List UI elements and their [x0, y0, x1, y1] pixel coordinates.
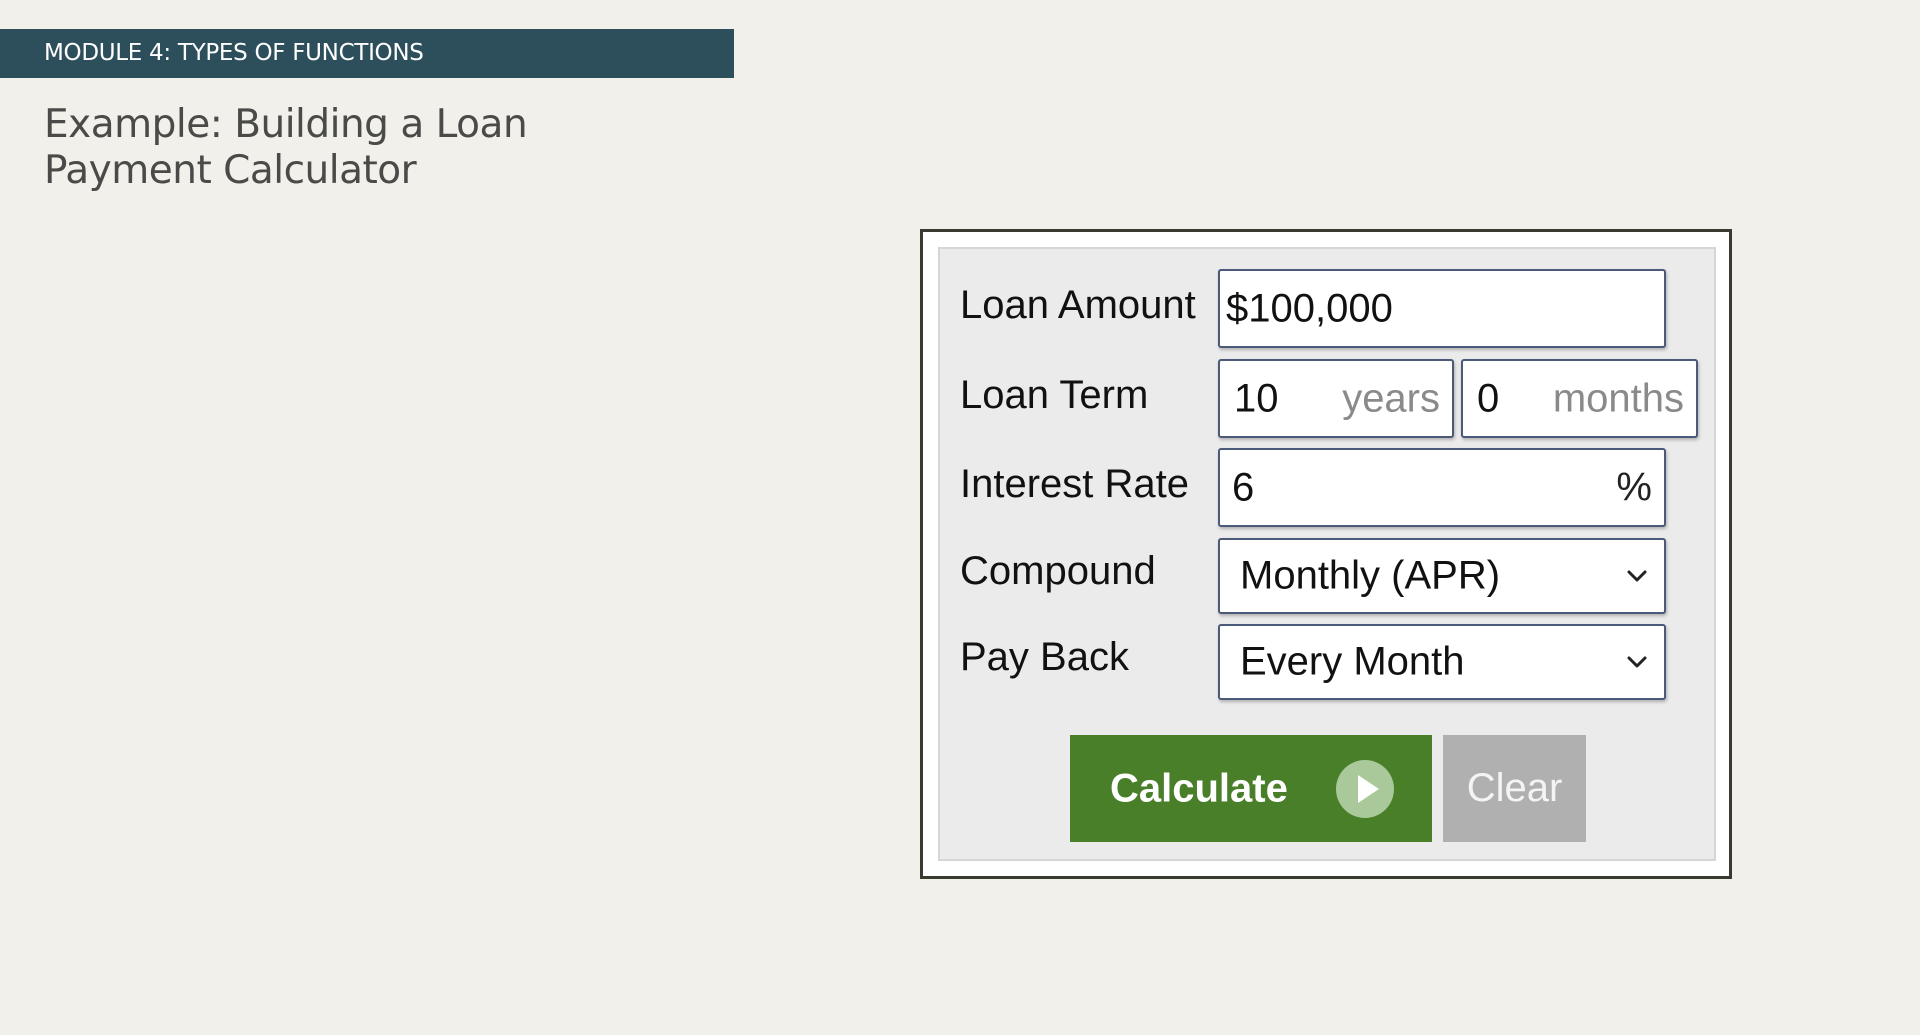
interest-rate-input[interactable]: 6 %: [1218, 448, 1666, 527]
calculate-button[interactable]: Calculate: [1070, 735, 1432, 842]
pay-back-select[interactable]: Every Month: [1218, 624, 1666, 700]
calculate-button-label: Calculate: [1110, 766, 1288, 810]
pay-back-label: Pay Back: [960, 635, 1129, 679]
clear-button-label: Clear: [1466, 766, 1563, 810]
loan-term-years-unit: years: [1342, 376, 1440, 420]
loan-amount-value: $100,000: [1226, 286, 1393, 330]
interest-rate-value: 6: [1232, 465, 1255, 509]
loan-amount-label: Loan Amount: [960, 283, 1196, 327]
slide-title: Example: Building a Loan Payment Calcula…: [44, 102, 528, 193]
module-banner: MODULE 4: TYPES OF FUNCTIONS: [0, 29, 734, 78]
interest-rate-unit: %: [1616, 465, 1652, 509]
loan-term-months-value: 0: [1477, 376, 1500, 420]
loan-amount-input[interactable]: $100,000: [1218, 269, 1666, 348]
loan-calculator-panel: Loan Amount $100,000 Loan Term 10 years …: [938, 247, 1716, 861]
interest-rate-label: Interest Rate: [960, 462, 1190, 506]
play-circle-icon: [1336, 759, 1394, 818]
pay-back-selected-value: Every Month: [1240, 639, 1465, 684]
chevron-down-icon: [1627, 570, 1647, 582]
loan-term-years-value: 10: [1234, 376, 1279, 420]
compound-selected-value: Monthly (APR): [1240, 553, 1501, 598]
compound-select[interactable]: Monthly (APR): [1218, 538, 1666, 614]
loan-term-years-input[interactable]: 10 years: [1218, 359, 1454, 438]
loan-term-months-unit: months: [1552, 376, 1684, 420]
chevron-down-icon: [1627, 656, 1647, 668]
loan-term-label: Loan Term: [960, 373, 1149, 417]
loan-term-months-input[interactable]: 0 months: [1461, 359, 1698, 438]
clear-button[interactable]: Clear: [1443, 735, 1586, 842]
loan-calculator-frame: Loan Amount $100,000 Loan Term 10 years …: [920, 229, 1732, 879]
compound-label: Compound: [960, 549, 1156, 593]
